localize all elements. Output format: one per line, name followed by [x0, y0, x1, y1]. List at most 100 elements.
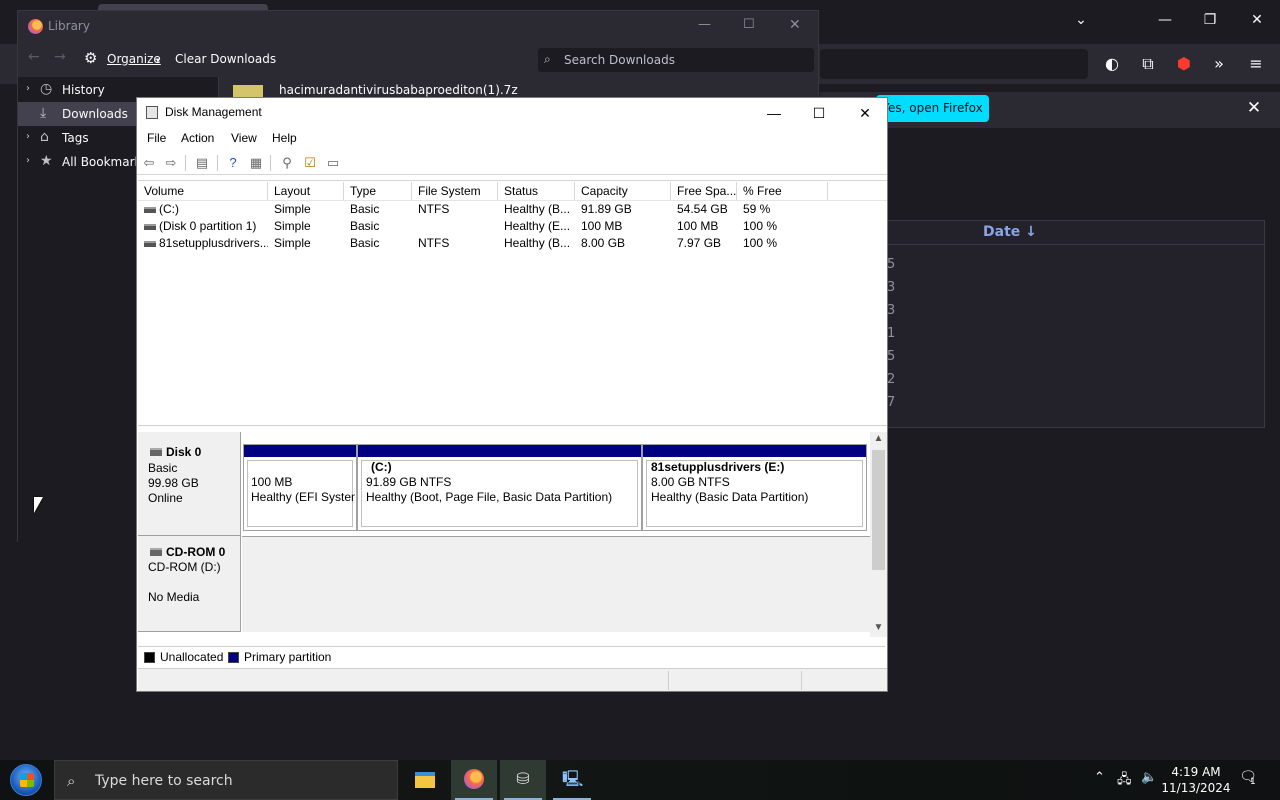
expand-chevron-icon[interactable]: ›	[26, 155, 30, 166]
forward-arrow-icon[interactable]: ⇨	[162, 154, 180, 172]
close-button[interactable]: ✕	[842, 101, 888, 125]
graph-scrollbar[interactable]: ▲ ▼	[870, 432, 887, 637]
extensions-puzzle-icon[interactable]: ⧉	[1137, 54, 1159, 74]
volume-muted-icon[interactable]: 🔈	[1141, 770, 1157, 785]
cell-volume: 81setupplusdrivers...	[159, 236, 268, 250]
column-header-type[interactable]: Type	[344, 182, 412, 200]
primary-partition-bar	[244, 445, 356, 457]
network-icon[interactable]: 🖧	[1117, 770, 1132, 792]
settings-panel-icon[interactable]: ▭	[324, 154, 342, 172]
table-row[interactable]: (Disk 0 partition 1) Simple Basic Health…	[138, 218, 887, 235]
list-item: 7	[887, 395, 896, 410]
gear-icon[interactable]: ⚙	[84, 49, 97, 67]
partition-size: 100 MB	[251, 475, 293, 489]
organize-menu-button[interactable]: Organize	[107, 52, 161, 66]
menu-help[interactable]: Help	[272, 131, 297, 145]
disk0-label[interactable]: Disk 0 Basic 99.98 GB Online	[138, 432, 241, 536]
unallocated-swatch	[144, 652, 155, 663]
browser-restore-button[interactable]: ❐	[1199, 12, 1221, 32]
firefox-icon	[464, 769, 484, 789]
column-header-free-space[interactable]: Free Spa...	[671, 182, 737, 200]
taskbar-disk-management[interactable]: ⛁	[500, 760, 546, 800]
taskbar-search-box[interactable]: ⌕ Type here to search	[54, 760, 398, 800]
overflow-menu-icon[interactable]: »	[1208, 54, 1230, 74]
open-firefox-button[interactable]: Yes, open Firefox	[876, 95, 989, 122]
clear-downloads-button[interactable]: Clear Downloads	[175, 52, 276, 66]
cd-drive-icon	[150, 548, 162, 556]
cell-percent-free: 100 %	[743, 236, 778, 250]
column-header-status[interactable]: Status	[498, 182, 575, 200]
expand-chevron-icon[interactable]: ›	[26, 83, 30, 94]
search-placeholder: Type here to search	[95, 773, 233, 789]
table-row[interactable]: (C:) Simple Basic NTFS Healthy (B... 91.…	[138, 201, 887, 218]
cell-volume: (C:)	[159, 202, 179, 216]
cell-capacity: 100 MB	[581, 219, 623, 233]
partition-status: Healthy (Boot, Page File, Basic Data Par…	[366, 490, 613, 504]
properties-icon[interactable]: ▦	[247, 154, 265, 172]
system-clock[interactable]: 4:19 AM 11/13/2024	[1160, 764, 1232, 796]
back-arrow-icon[interactable]: ←	[28, 49, 40, 65]
partition-e[interactable]: 81setupplusdrivers (E:) 8.00 GB NTFS Hea…	[642, 444, 867, 531]
mouse-cursor-icon	[34, 497, 43, 513]
library-maximize-button[interactable]: ☐	[743, 17, 755, 32]
url-bar[interactable]	[820, 49, 1088, 79]
cell-layout: Simple	[274, 202, 311, 216]
column-header-file-system[interactable]: File System	[412, 182, 498, 200]
hamburger-menu-icon[interactable]: ≡	[1245, 54, 1267, 74]
cdrom-label[interactable]: CD-ROM 0 CD-ROM (D:) No Media	[138, 536, 241, 632]
column-header-layout[interactable]: Layout	[268, 182, 344, 200]
action-center-icon[interactable]: 🗨 1	[1238, 769, 1258, 789]
checklist-icon[interactable]: ☑	[301, 154, 319, 172]
scroll-up-icon[interactable]: ▲	[870, 433, 887, 447]
date-column-header[interactable]: Date ↓	[983, 224, 1037, 240]
start-button[interactable]	[10, 764, 42, 796]
column-header-percent-free[interactable]: % Free	[737, 182, 828, 200]
column-header-volume[interactable]: Volume	[138, 182, 268, 200]
sidebar-item-label: Tags	[62, 131, 89, 145]
browser-minimize-button[interactable]: —	[1154, 12, 1176, 32]
help-icon[interactable]: ?	[224, 154, 242, 172]
cdrom-status: No Media	[148, 590, 200, 604]
taskbar-file-explorer[interactable]	[402, 760, 448, 800]
cdrom-drive: CD-ROM (D:)	[148, 560, 221, 574]
contrast-extension-icon[interactable]: ◐	[1101, 54, 1123, 74]
expand-chevron-icon[interactable]: ›	[26, 131, 30, 142]
partition-c[interactable]: (C:) 91.89 GB NTFS Healthy (Boot, Page F…	[357, 444, 642, 531]
list-view-icon[interactable]: ▤	[193, 154, 211, 172]
taskbar-firefox[interactable]	[451, 760, 497, 800]
connect-icon[interactable]: ⚲	[278, 154, 296, 172]
show-hidden-icons-chevron-icon[interactable]: ⌃	[1094, 770, 1105, 785]
maximize-button[interactable]: ☐	[796, 101, 842, 125]
cell-status: Healthy (B...	[504, 202, 571, 216]
taskbar-computer-management[interactable]: 🖳	[549, 760, 595, 800]
forward-arrow-icon[interactable]: →	[54, 49, 66, 65]
tab-list-chevron-icon[interactable]: ⌄	[1070, 12, 1092, 32]
notification-close-icon[interactable]: ✕	[1244, 98, 1264, 118]
back-arrow-icon[interactable]: ⇦	[140, 154, 158, 172]
disk-management-app-icon	[146, 106, 158, 119]
list-item: 5	[887, 257, 896, 272]
browser-close-button[interactable]: ✕	[1246, 12, 1268, 32]
library-minimize-button[interactable]: —	[698, 17, 711, 32]
cell-free-space: 54.54 GB	[677, 202, 728, 216]
partition-efi[interactable]: 100 MB Healthy (EFI System	[243, 444, 357, 531]
cell-type: Basic	[350, 236, 380, 250]
minimize-button[interactable]: —	[751, 101, 797, 125]
volume-drive-icon	[144, 224, 156, 230]
menu-action[interactable]: Action	[181, 131, 214, 145]
column-header-capacity[interactable]: Capacity	[575, 182, 671, 200]
file-name: hacimuradantivirusbabaproediton(1).7z	[279, 83, 518, 97]
menu-file[interactable]: File	[147, 131, 166, 145]
legend-unallocated: Unallocated	[160, 650, 224, 664]
table-row[interactable]: 81setupplusdrivers... Simple Basic NTFS …	[138, 235, 887, 252]
window-title: Disk Management	[165, 105, 262, 119]
legend-primary-partition: Primary partition	[244, 650, 332, 664]
library-close-button[interactable]: ✕	[789, 17, 801, 33]
ublock-origin-icon[interactable]: ⬢	[1173, 54, 1195, 74]
library-titlebar: Library — ☐ ✕	[18, 11, 818, 43]
search-downloads-input[interactable]: ⌕ Search Downloads	[538, 48, 814, 72]
scroll-down-icon[interactable]: ▼	[870, 622, 887, 636]
menu-view[interactable]: View	[231, 131, 257, 145]
cell-status: Healthy (B...	[504, 236, 571, 250]
scrollbar-thumb[interactable]	[872, 450, 885, 570]
